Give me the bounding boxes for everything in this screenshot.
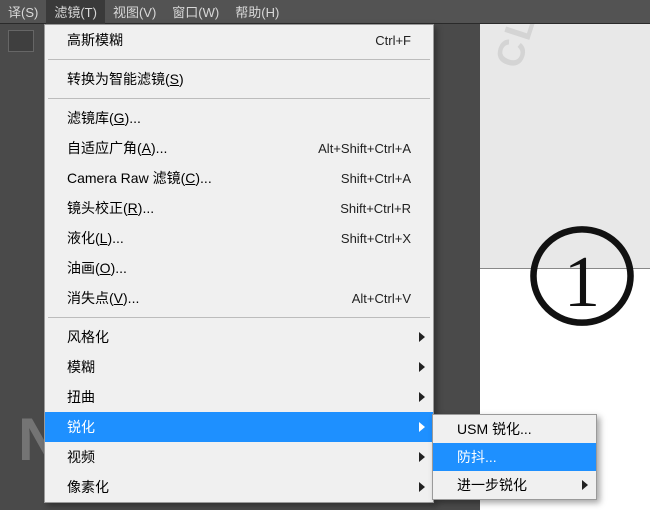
menuitem-stylize[interactable]: 风格化 — [45, 322, 433, 352]
sharpen-submenu: USM 锐化... 防抖... 进一步锐化 — [432, 414, 597, 500]
menuitem-label: 自适应广角(A)... — [67, 138, 318, 158]
menu-separator — [48, 317, 430, 318]
svg-text:1: 1 — [564, 241, 600, 322]
menuitem-vanishing-point[interactable]: 消失点(V)... Alt+Ctrl+V — [45, 283, 433, 313]
menu-window[interactable]: 窗口(W) — [164, 0, 227, 24]
menuitem-pixelate[interactable]: 像素化 — [45, 472, 433, 502]
menuitem-label: Camera Raw 滤镜(C)... — [67, 168, 341, 188]
menuitem-label: 滤镜库(G)... — [67, 108, 411, 128]
submenu-arrow-icon — [419, 422, 425, 432]
menuitem-shortcut: Alt+Ctrl+V — [352, 291, 411, 306]
menuitem-shortcut: Alt+Shift+Ctrl+A — [318, 141, 411, 156]
menuitem-label: 风格化 — [67, 327, 411, 347]
menuitem-last-filter[interactable]: 高斯模糊 Ctrl+F — [45, 25, 433, 55]
submenu-arrow-icon — [419, 452, 425, 462]
menuitem-distort[interactable]: 扭曲 — [45, 382, 433, 412]
menu-help[interactable]: 帮助(H) — [227, 0, 287, 24]
menuitem-camera-raw[interactable]: Camera Raw 滤镜(C)... Shift+Ctrl+A — [45, 163, 433, 193]
menuitem-label: 镜头校正(R)... — [67, 198, 340, 218]
menuitem-label: 锐化 — [67, 417, 411, 437]
menuitem-liquify[interactable]: 液化(L)... Shift+Ctrl+X — [45, 223, 433, 253]
menuitem-lens-correction[interactable]: 镜头校正(R)... Shift+Ctrl+R — [45, 193, 433, 223]
menuitem-shortcut: Shift+Ctrl+X — [341, 231, 411, 246]
submenuitem-shake-reduction[interactable]: 防抖... — [433, 443, 596, 471]
submenuitem-label: USM 锐化... — [457, 419, 532, 439]
menu-separator — [48, 98, 430, 99]
menuitem-adaptive-wide-angle[interactable]: 自适应广角(A)... Alt+Shift+Ctrl+A — [45, 133, 433, 163]
menu-view[interactable]: 视图(V) — [105, 0, 164, 24]
menuitem-label: 视频 — [67, 447, 411, 467]
menuitem-label: 液化(L)... — [67, 228, 341, 248]
menuitem-label: 模糊 — [67, 357, 411, 377]
menuitem-shortcut: Shift+Ctrl+A — [341, 171, 411, 186]
submenuitem-usm-sharpen[interactable]: USM 锐化... — [433, 415, 596, 443]
toolbar-icon — [8, 30, 34, 52]
submenu-arrow-icon — [419, 482, 425, 492]
submenuitem-label: 防抖... — [457, 447, 497, 467]
annotation-circle-1: 1 — [526, 220, 638, 332]
submenu-arrow-icon — [419, 362, 425, 372]
menuitem-shortcut: Shift+Ctrl+R — [340, 201, 411, 216]
menuitem-label: 转换为智能滤镜(S) — [67, 69, 411, 89]
submenu-arrow-icon — [582, 480, 588, 490]
menuitem-shortcut: Ctrl+F — [375, 33, 411, 48]
filter-dropdown: 高斯模糊 Ctrl+F 转换为智能滤镜(S) 滤镜库(G)... 自适应广角(A… — [44, 24, 434, 503]
menuitem-blur[interactable]: 模糊 — [45, 352, 433, 382]
menuitem-label: 消失点(V)... — [67, 288, 352, 308]
menu-filter[interactable]: 滤镜(T) — [46, 0, 105, 24]
menuitem-video[interactable]: 视频 — [45, 442, 433, 472]
submenu-arrow-icon — [419, 392, 425, 402]
menuitem-label: 扭曲 — [67, 387, 411, 407]
submenuitem-sharpen-more[interactable]: 进一步锐化 — [433, 471, 596, 499]
menu-separator — [48, 59, 430, 60]
menu-select[interactable]: 译(S) — [0, 0, 46, 24]
menubar: 译(S) 滤镜(T) 视图(V) 窗口(W) 帮助(H) — [0, 0, 650, 24]
menuitem-oil-paint[interactable]: 油画(O)... — [45, 253, 433, 283]
submenu-arrow-icon — [419, 332, 425, 342]
menuitem-sharpen[interactable]: 锐化 — [45, 412, 433, 442]
menuitem-convert-smart-filter[interactable]: 转换为智能滤镜(S) — [45, 64, 433, 94]
submenuitem-label: 进一步锐化 — [457, 475, 527, 495]
menuitem-label: 高斯模糊 — [67, 30, 375, 50]
menuitem-label: 油画(O)... — [67, 258, 411, 278]
menuitem-filter-gallery[interactable]: 滤镜库(G)... — [45, 103, 433, 133]
menuitem-label: 像素化 — [67, 477, 411, 497]
